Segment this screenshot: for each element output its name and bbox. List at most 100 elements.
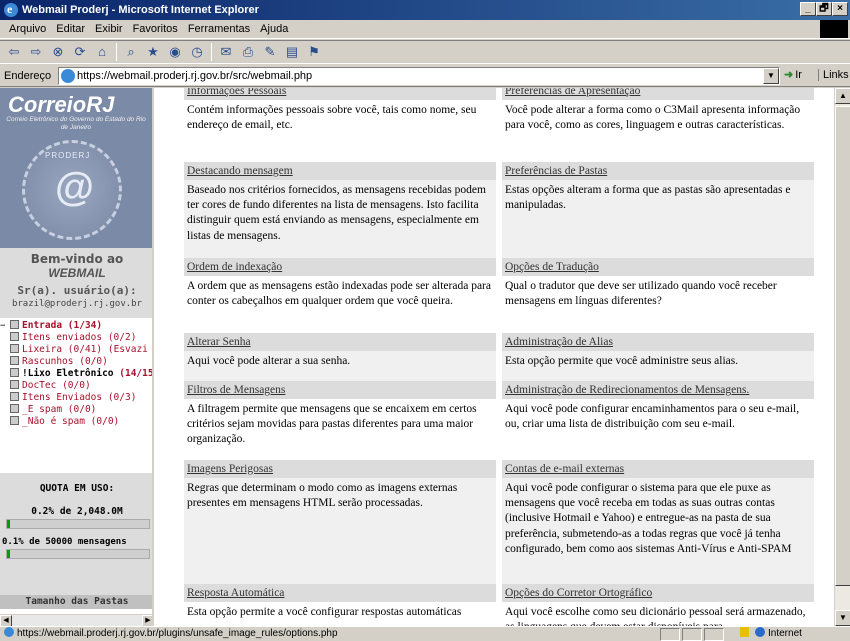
toolbar: ⇦ ⇨ ⊗ ⟳ ⌂ ⌕ ★ ◉ ◷ ✉ ⎙ ✎ ▤ ⚑ — [0, 40, 850, 64]
quota-size-fill — [7, 520, 10, 528]
option-link[interactable]: Administração de Alias — [502, 333, 814, 351]
option-link[interactable]: Filtros de Mensagens — [184, 381, 496, 399]
history-icon[interactable]: ◷ — [189, 44, 205, 60]
search-icon[interactable]: ⌕ — [123, 44, 139, 60]
quota-size-bar — [6, 519, 150, 529]
collapse-icon[interactable]: − — [0, 320, 5, 332]
title-bar: Webmail Proderj - Microsoft Internet Exp… — [0, 0, 850, 20]
folder-icon — [10, 404, 19, 413]
forward-icon[interactable]: ⇨ — [28, 44, 44, 60]
globe-icon — [755, 627, 765, 637]
mail-icon[interactable]: ✉ — [218, 44, 234, 60]
minimize-button[interactable]: _ — [800, 2, 816, 16]
option-link[interactable]: Ordem de indexação — [184, 258, 496, 276]
scroll-right-icon[interactable]: ▶ — [142, 615, 152, 626]
brand-name: CorreioRJ — [8, 92, 115, 117]
links-button[interactable]: Links — [818, 69, 849, 81]
left-frame: CorreioRJ Correio Eletrônico do Governo … — [0, 88, 154, 626]
option-link[interactable]: Opções do Corretor Ortográfico — [502, 584, 814, 602]
option-left-3: Alterar Senha Aqui você pode alterar a su… — [184, 333, 496, 383]
folder-nao-e-spam[interactable]: _Não é spam (0/0) — [0, 416, 152, 428]
scroll-up-icon[interactable]: ▲ — [835, 88, 850, 104]
home-icon[interactable]: ⌂ — [94, 44, 110, 60]
folder-sent[interactable]: Itens enviados (0/2) — [0, 332, 152, 344]
menu-editar[interactable]: Editar — [51, 23, 90, 35]
option-link[interactable]: Informações Pessoais — [184, 88, 496, 100]
favorites-icon[interactable]: ★ — [145, 44, 161, 60]
scroll-thumb[interactable] — [835, 106, 850, 586]
go-label: Ir — [795, 68, 802, 81]
folder-icon — [10, 332, 19, 341]
option-left-1: Destacando mensagem Baseado nos critérios… — [184, 162, 496, 264]
status-text: https://webmail.proderj.rj.gov.br/plugin… — [4, 627, 338, 641]
status-bar: https://webmail.proderj.rj.gov.br/plugin… — [0, 626, 850, 641]
option-description: Regras que determinam o modo como as ima… — [184, 478, 496, 598]
left-horizontal-scrollbar[interactable]: ◀ ▶ — [0, 614, 152, 626]
chevron-down-icon[interactable]: ▼ — [763, 68, 779, 84]
option-link[interactable]: Resposta Automática — [184, 584, 496, 602]
drafts-icon — [10, 356, 19, 365]
go-button[interactable]: ➜ Ir — [784, 68, 802, 82]
folder-junk[interactable]: !Lixo Eletrônico (14/15) — [0, 368, 152, 380]
option-left-5: Imagens Perigosas Regras que determinam o… — [184, 460, 496, 598]
menu-ferramentas[interactable]: Ferramentas — [183, 23, 255, 35]
folder-e-spam[interactable]: _É spam (0/0) — [0, 404, 152, 416]
option-description: Aqui você escolhe como seu dicionário pe… — [502, 602, 814, 626]
folder-size-button[interactable]: Tamanho das Pastas — [0, 595, 152, 609]
folder-itens-enviados[interactable]: Itens Enviados (0/3) — [0, 392, 152, 404]
window-title: Webmail Proderj - Microsoft Internet Exp… — [22, 4, 259, 16]
option-link[interactable]: Opções de Tradução — [502, 258, 814, 276]
stop-icon[interactable]: ⊗ — [50, 44, 66, 60]
option-description: Contém informações pessoais sobre você, … — [184, 100, 496, 162]
edit-icon[interactable]: ✎ — [262, 44, 278, 60]
option-description: A filtragem permite que mensagens que se… — [184, 399, 496, 461]
option-link[interactable]: Administração de Redirecionamentos de Me… — [502, 381, 814, 399]
empty-trash-link[interactable]: (Esvazi — [108, 344, 148, 355]
brand-subtitle: Correio Eletrônico do Governo do Estado … — [6, 116, 146, 131]
option-link[interactable]: Destacando mensagem — [184, 162, 496, 180]
maximize-button[interactable]: 🗗 — [816, 2, 832, 16]
folder-icon — [10, 368, 19, 377]
option-description: Aqui você pode configurar encaminhamento… — [502, 399, 814, 461]
messenger-icon[interactable]: ⚑ — [306, 44, 322, 60]
folder-trash[interactable]: Lixeira (0/41) (Esvazi — [0, 344, 152, 356]
menu-favoritos[interactable]: Favoritos — [128, 23, 183, 35]
quota-messages-fill — [7, 550, 10, 558]
option-link[interactable]: Contas de e-mail externas — [502, 460, 814, 478]
quota-messages-bar — [6, 549, 150, 559]
status-panel — [660, 628, 680, 641]
back-icon[interactable]: ⇦ — [6, 44, 22, 60]
refresh-icon[interactable]: ⟳ — [72, 44, 88, 60]
folder-icon — [10, 416, 19, 425]
page-icon — [61, 69, 75, 83]
page-icon — [4, 627, 14, 637]
quota-size-text: 0.2% de 2,048.0M — [31, 506, 123, 517]
option-left-6: Resposta Automática Esta opção permite a … — [184, 584, 496, 626]
folder-doctec[interactable]: DocTec (0/0) — [0, 380, 152, 392]
print-icon[interactable]: ⎙ — [240, 44, 256, 60]
discuss-icon[interactable]: ▤ — [284, 44, 300, 60]
toolbar-separator — [211, 43, 212, 61]
option-description: Aqui você pode configurar o sistema para… — [502, 478, 814, 598]
scroll-down-icon[interactable]: ▼ — [835, 610, 850, 626]
welcome-line-1: Bem-vindo ao — [30, 252, 124, 266]
option-left-2: Ordem de indexação A ordem que as mensage… — [184, 258, 496, 344]
folder-drafts[interactable]: Rascunhos (0/0) — [0, 356, 152, 368]
toolbar-separator — [116, 43, 117, 61]
menu-exibir[interactable]: Exibir — [90, 23, 128, 35]
option-link[interactable]: Imagens Perigosas — [184, 460, 496, 478]
media-icon[interactable]: ◉ — [167, 44, 183, 60]
lock-icon — [740, 627, 749, 637]
close-button[interactable]: × — [832, 2, 848, 16]
menu-arquivo[interactable]: Arquivo — [4, 23, 51, 35]
vertical-scrollbar[interactable]: ▲ ▼ — [834, 88, 850, 626]
folder-inbox[interactable]: − Entrada (1/34) — [0, 320, 152, 332]
option-link[interactable]: Preferências de Pastas — [502, 162, 814, 180]
proderj-stamp-logo: PRODERJ @ — [22, 140, 122, 240]
option-link[interactable]: Preferências de Apresentação — [502, 88, 814, 100]
scroll-left-icon[interactable]: ◀ — [0, 615, 12, 626]
menu-ajuda[interactable]: Ajuda — [255, 23, 293, 35]
browser-window: Webmail Proderj - Microsoft Internet Exp… — [0, 0, 850, 641]
address-input[interactable]: https://webmail.proderj.rj.gov.br/src/we… — [58, 67, 780, 85]
option-link[interactable]: Alterar Senha — [184, 333, 496, 351]
